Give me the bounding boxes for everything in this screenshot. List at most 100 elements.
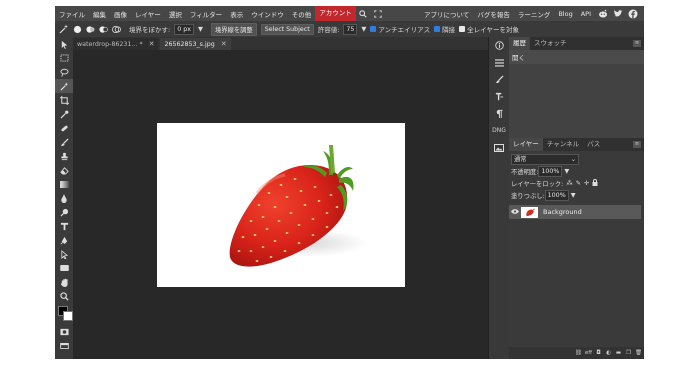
menu-window[interactable]: ウインドウ [247, 9, 288, 19]
link-about[interactable]: アプリについて [420, 9, 473, 19]
selection-mode-intersect-icon[interactable] [112, 25, 121, 34]
adjustment-layer-icon[interactable]: ◐ [604, 349, 613, 357]
crop-tool-icon[interactable] [55, 93, 73, 107]
lock-position-icon[interactable]: ✛ [584, 180, 589, 187]
shape-tool-icon[interactable] [55, 261, 73, 275]
all-layers-option[interactable]: 全レイヤーを対象 [459, 24, 519, 34]
image-canvas[interactable] [157, 123, 405, 287]
type-tool-icon[interactable] [55, 219, 73, 233]
all-layers-checkbox[interactable] [459, 26, 466, 32]
paragraph-icon[interactable] [489, 105, 509, 122]
search-icon[interactable] [358, 8, 369, 19]
tab-layers[interactable]: レイヤー [509, 138, 543, 151]
fill-input[interactable]: 100% [544, 189, 569, 201]
lock-pixels-icon[interactable]: ✎ [576, 180, 581, 187]
feather-input[interactable]: 0 px [174, 23, 194, 35]
menu-file[interactable]: ファイル [55, 9, 89, 19]
brush-tool-icon[interactable] [55, 135, 73, 149]
lasso-tool-icon[interactable] [55, 65, 73, 79]
panel-menu-icon[interactable]: ≡ [633, 40, 641, 47]
layer-effects-icon[interactable]: eff [584, 349, 593, 357]
new-group-icon[interactable]: ▬ [614, 349, 623, 357]
tolerance-dropdown-icon[interactable]: ▼ [361, 25, 366, 33]
opacity-dropdown-icon[interactable]: ▼ [564, 168, 569, 175]
select-subject-button[interactable]: Select Subject [260, 23, 314, 35]
move-tool-icon[interactable] [55, 37, 73, 51]
visibility-eye-icon[interactable] [509, 208, 521, 216]
path-select-tool-icon[interactable] [55, 247, 73, 261]
link-layers-icon[interactable]: ⛓ [574, 349, 583, 357]
link-bug-report[interactable]: バグを報告 [473, 9, 514, 19]
image-icon[interactable] [489, 139, 509, 156]
character-icon[interactable] [489, 88, 509, 105]
link-learning[interactable]: ラーニング [514, 9, 555, 19]
hand-tool-icon[interactable] [55, 275, 73, 289]
menu-select[interactable]: 選択 [165, 9, 186, 19]
menu-view[interactable]: 表示 [226, 9, 247, 19]
link-blog[interactable]: Blog [554, 10, 576, 18]
tab-paths[interactable]: パス [583, 138, 604, 151]
dng-icon[interactable]: DNG [489, 122, 509, 139]
fill-dropdown-icon[interactable]: ▼ [571, 192, 576, 199]
menu-image[interactable]: 画像 [110, 9, 131, 19]
antialias-option[interactable]: アンチエイリアス [370, 24, 430, 34]
magic-wand-tool-icon[interactable] [59, 24, 69, 34]
clone-stamp-tool-icon[interactable] [55, 149, 73, 163]
delete-layer-icon[interactable]: 🗑 [634, 349, 643, 357]
gradient-tool-icon[interactable] [55, 177, 73, 191]
menu-filter[interactable]: フィルター [186, 9, 226, 19]
document-tab[interactable]: waterdrop-86231... * ✕ [73, 38, 159, 50]
blend-mode-row: 通常 ⌄ [509, 153, 644, 165]
marquee-tool-icon[interactable] [55, 51, 73, 65]
close-icon[interactable]: ✕ [221, 40, 227, 48]
document-tab-active[interactable]: 26562853_s.jpg ✕ [160, 38, 231, 50]
lock-transparency-icon[interactable]: ⁂ [566, 180, 572, 187]
layer-row[interactable]: Background [509, 205, 641, 219]
twitter-icon[interactable] [612, 8, 623, 19]
menu-edit[interactable]: 編集 [89, 9, 110, 19]
reddit-icon[interactable] [597, 8, 608, 19]
new-layer-icon[interactable]: ❐ [624, 349, 633, 357]
properties-icon[interactable] [489, 54, 509, 71]
opacity-input[interactable]: 100% [538, 165, 563, 177]
menu-layer[interactable]: レイヤー [131, 9, 165, 19]
history-item[interactable]: 開く [509, 50, 644, 64]
canvas-workspace[interactable] [73, 50, 488, 359]
zoom-tool-icon[interactable] [55, 289, 73, 303]
brush-settings-icon[interactable] [489, 71, 509, 88]
eyedropper-tool-icon[interactable] [55, 107, 73, 121]
dodge-tool-icon[interactable] [55, 205, 73, 219]
info-icon[interactable] [489, 37, 509, 54]
eraser-tool-icon[interactable] [55, 163, 73, 177]
lock-all-icon[interactable] [592, 178, 598, 188]
blend-mode-select[interactable]: 通常 ⌄ [511, 153, 579, 165]
quick-mask-icon[interactable] [55, 325, 73, 339]
blur-tool-icon[interactable] [55, 191, 73, 205]
panel-menu-icon[interactable]: ≡ [633, 141, 641, 148]
selection-mode-new-icon[interactable] [73, 25, 82, 34]
background-color-swatch[interactable] [63, 311, 73, 321]
tab-swatches[interactable]: スウォッチ [530, 37, 571, 50]
contiguous-checkbox[interactable] [434, 26, 441, 32]
spot-healing-tool-icon[interactable] [55, 121, 73, 135]
refine-edge-button[interactable]: 境界線を調整 [210, 22, 257, 36]
menu-account[interactable]: アカウント [315, 6, 356, 21]
contiguous-option[interactable]: 隣接 [434, 24, 455, 34]
menu-more[interactable]: その他 [288, 9, 316, 19]
tolerance-input[interactable]: 75 [343, 23, 358, 35]
layer-mask-icon[interactable]: ◘ [594, 349, 603, 357]
selection-mode-subtract-icon[interactable] [99, 25, 108, 34]
tab-history[interactable]: 履歴 [509, 37, 530, 50]
close-icon[interactable]: ✕ [149, 40, 155, 48]
antialias-checkbox[interactable] [370, 26, 377, 32]
screen-mode-icon[interactable] [55, 339, 73, 353]
pen-tool-icon[interactable] [55, 233, 73, 247]
selection-mode-add-icon[interactable] [86, 25, 95, 34]
facebook-icon[interactable] [627, 8, 638, 19]
magic-wand-tool-icon[interactable] [55, 79, 73, 93]
fullscreen-icon[interactable] [373, 8, 384, 19]
link-api[interactable]: API [577, 10, 595, 18]
tab-channels[interactable]: チャンネル [543, 138, 583, 151]
color-swatches[interactable] [55, 303, 73, 325]
feather-dropdown-icon[interactable]: ▼ [198, 25, 203, 33]
